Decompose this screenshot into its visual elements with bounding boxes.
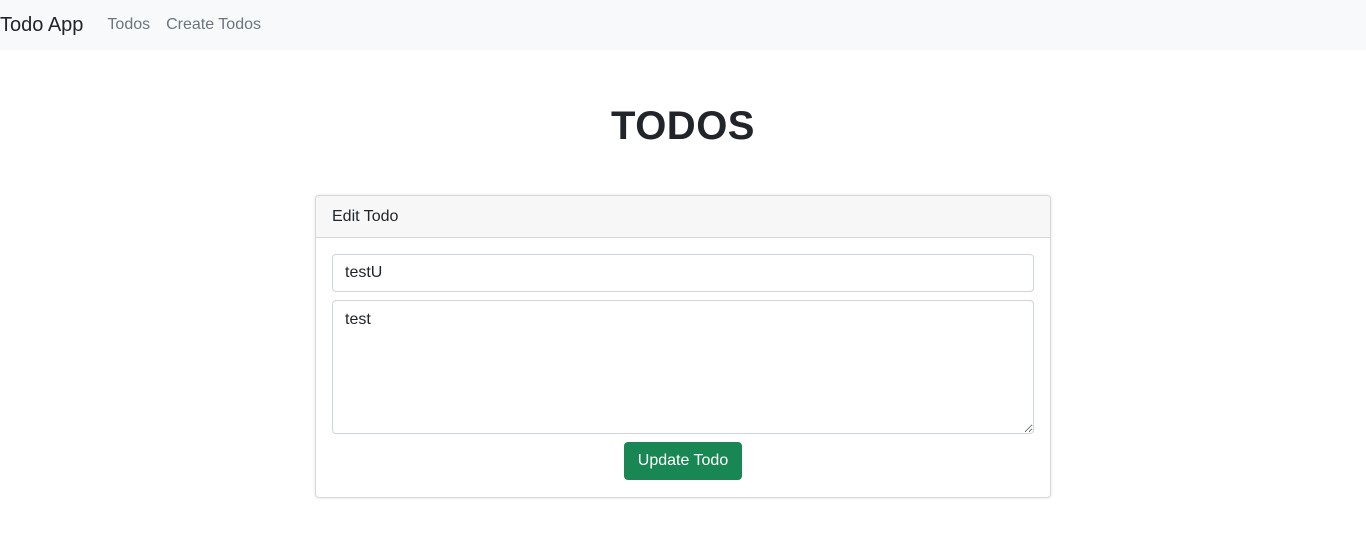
nav-link-todos[interactable]: Todos: [107, 16, 150, 34]
todo-description-textarea[interactable]: test: [332, 300, 1034, 434]
button-row: Update Todo: [332, 442, 1034, 480]
nav-link-create-todos[interactable]: Create Todos: [166, 16, 261, 34]
card-body: test Update Todo: [316, 238, 1050, 496]
edit-todo-card: Edit Todo test Update Todo: [315, 195, 1051, 498]
update-todo-button[interactable]: Update Todo: [623, 442, 743, 480]
navbar: Todo App Todos Create Todos: [0, 0, 1366, 50]
page-title: TODOS: [610, 104, 755, 148]
card-header: Edit Todo: [316, 196, 1050, 238]
todo-title-input[interactable]: [332, 254, 1034, 292]
brand-link[interactable]: Todo App: [0, 14, 83, 37]
